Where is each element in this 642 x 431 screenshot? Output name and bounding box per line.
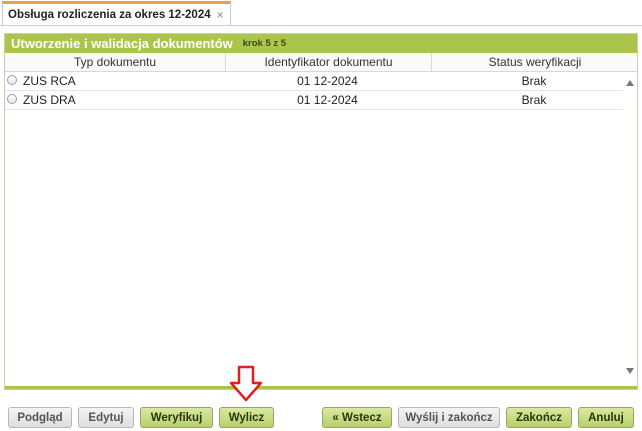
column-header-identifier[interactable]: Identyfikator dokumentu [225, 53, 431, 71]
panel-header: Utworzenie i walidacja dokumentów krok 5… [5, 34, 637, 53]
finish-button[interactable]: Zakończ [506, 407, 572, 428]
row-select-radio[interactable] [7, 75, 17, 85]
scroll-up-icon[interactable] [626, 80, 634, 86]
column-header-type[interactable]: Typ dokumentu [5, 53, 225, 71]
table-header: Typ dokumentu Identyfikator dokumentu St… [5, 53, 637, 72]
preview-button[interactable]: Podgląd [8, 407, 72, 428]
send-and-finish-button[interactable]: Wyślij i zakończ [398, 407, 500, 428]
down-arrow-icon [229, 365, 263, 402]
panel-title: Utworzenie i walidacja dokumentów [11, 36, 233, 51]
tab-label: Obsługa rozliczenia za okres 12-2024 [8, 9, 211, 21]
column-header-status[interactable]: Status weryfikacji [431, 53, 638, 71]
back-button[interactable]: « Wstecz [322, 407, 392, 428]
close-icon[interactable]: × [217, 9, 224, 21]
documents-panel: Utworzenie i walidacja dokumentów krok 5… [4, 33, 638, 390]
tab-settlement[interactable]: Obsługa rozliczenia za okres 12-2024 × [2, 1, 231, 26]
cell-status: Brak [521, 93, 547, 107]
cell-type: ZUS DRA [23, 93, 76, 107]
edit-button[interactable]: Edytuj [78, 407, 134, 428]
tab-bar: Obsługa rozliczenia za okres 12-2024 × [0, 0, 642, 26]
table-row[interactable]: ZUS RCA 01 12-2024 Brak [5, 72, 623, 91]
scroll-down-icon[interactable] [626, 368, 634, 374]
cell-identifier: 01 12-2024 [297, 93, 358, 107]
cell-status: Brak [521, 74, 547, 88]
panel-footer-bar [5, 386, 637, 389]
step-indicator: krok 5 z 5 [242, 38, 287, 49]
calculate-button[interactable]: Wylicz [219, 407, 274, 428]
tab-divider [0, 25, 642, 26]
cell-type: ZUS RCA [23, 74, 76, 88]
cell-identifier: 01 12-2024 [297, 74, 358, 88]
cancel-button[interactable]: Anuluj [578, 407, 634, 428]
row-select-radio[interactable] [7, 94, 17, 104]
table-row[interactable]: ZUS DRA 01 12-2024 Brak [5, 91, 623, 110]
verify-button[interactable]: Weryfikuj [140, 407, 213, 428]
